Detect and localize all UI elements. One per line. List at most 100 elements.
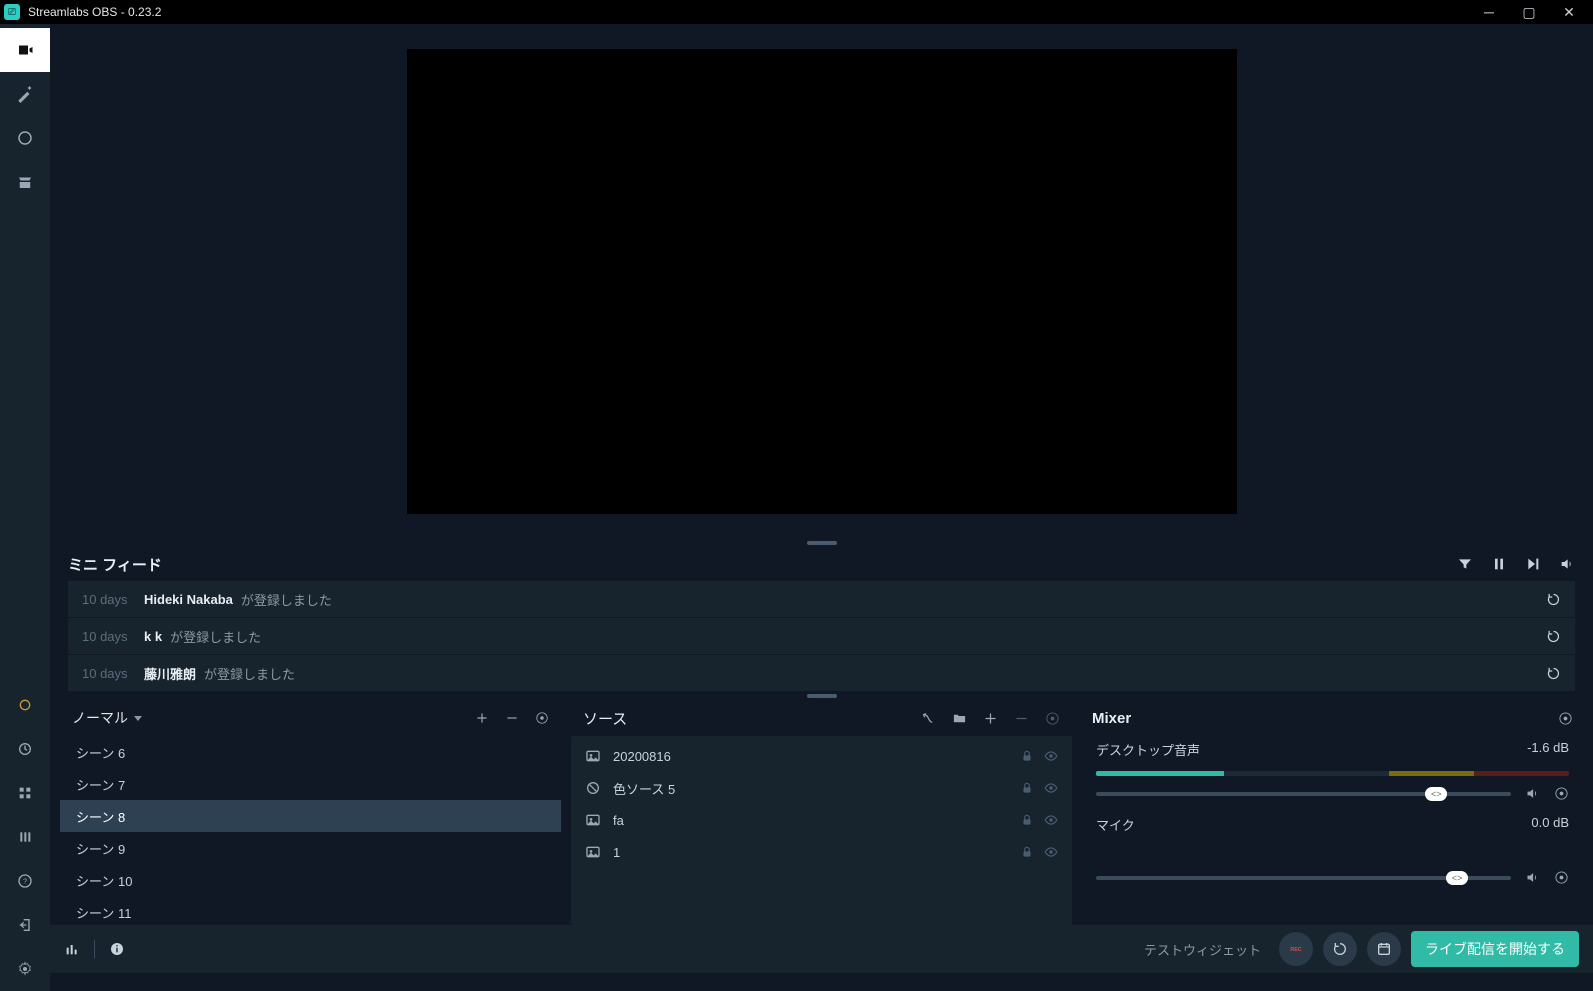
- feed-age: 10 days: [82, 666, 144, 681]
- feed-replay-button[interactable]: [1546, 666, 1561, 681]
- scene-settings-button[interactable]: [535, 711, 549, 725]
- scene-row[interactable]: シーン 6: [60, 736, 561, 768]
- mixer-channel-db: 0.0 dB: [1531, 815, 1569, 834]
- nav-store[interactable]: [0, 160, 50, 204]
- nav-columns[interactable]: [0, 815, 50, 859]
- feed-item: 10 daysHideki Nakabaが登録しました: [68, 581, 1575, 617]
- visibility-icon[interactable]: [1044, 813, 1058, 827]
- nav-history[interactable]: [0, 727, 50, 771]
- replay-buffer-button[interactable]: [1323, 932, 1357, 966]
- image-icon: [585, 812, 601, 828]
- separator: [94, 940, 95, 958]
- help-icon: ?: [17, 873, 33, 889]
- mixer-settings-button[interactable]: [1558, 711, 1573, 726]
- scene-row[interactable]: シーン 11: [60, 896, 561, 925]
- mute-button[interactable]: [1525, 786, 1540, 801]
- nav-editor[interactable]: [0, 28, 50, 72]
- store-icon: [16, 173, 34, 191]
- scene-row[interactable]: シーン 9: [60, 832, 561, 864]
- source-label: 20200816: [613, 749, 671, 764]
- info-button[interactable]: [109, 941, 125, 957]
- source-transitions-button[interactable]: [921, 711, 936, 726]
- feed-item: 10 daysk kが登録しました: [68, 618, 1575, 654]
- drag-handle-feed[interactable]: [50, 539, 1593, 547]
- feed-msg: が登録しました: [204, 664, 295, 683]
- nav-grid[interactable]: [0, 771, 50, 815]
- nav-help[interactable]: ?: [0, 859, 50, 903]
- volume-slider[interactable]: <>: [1096, 792, 1511, 796]
- stats-button[interactable]: [64, 941, 80, 957]
- sources-panel: ソース 20200816色ソース 5fa1: [571, 700, 1072, 925]
- drag-handle-panels[interactable]: [50, 692, 1593, 700]
- visibility-icon[interactable]: [1044, 845, 1058, 859]
- source-row[interactable]: 色ソース 5: [571, 772, 1072, 804]
- scene-row[interactable]: シーン 8: [60, 800, 561, 832]
- feed-item: 10 days藤川雅朗が登録しました: [68, 655, 1575, 691]
- nav-themes[interactable]: [0, 72, 50, 116]
- source-label: 1: [613, 845, 620, 860]
- lock-icon[interactable]: [1020, 749, 1034, 763]
- source-row[interactable]: 1: [571, 836, 1072, 868]
- channel-settings-button[interactable]: [1554, 786, 1569, 801]
- nav-logout[interactable]: [0, 903, 50, 947]
- lock-icon[interactable]: [1020, 813, 1034, 827]
- columns-icon: [17, 829, 33, 845]
- source-row[interactable]: 20200816: [571, 740, 1072, 772]
- mixer-channel-name: マイク: [1096, 815, 1135, 834]
- minimize-button[interactable]: ─: [1469, 4, 1509, 20]
- channel-settings-button[interactable]: [1554, 870, 1569, 885]
- record-button[interactable]: REC: [1279, 932, 1313, 966]
- volume-icon[interactable]: [1559, 556, 1575, 572]
- replay-icon: [1332, 941, 1348, 957]
- clock-icon: [17, 741, 33, 757]
- nav-settings[interactable]: [0, 947, 50, 991]
- mute-button[interactable]: [1525, 870, 1540, 885]
- source-label: fa: [613, 813, 624, 828]
- nav-chat[interactable]: [0, 116, 50, 160]
- slider-thumb[interactable]: <>: [1425, 787, 1447, 801]
- slider-thumb[interactable]: <>: [1446, 871, 1468, 885]
- test-widget-button[interactable]: テストウィジェット: [1144, 940, 1261, 959]
- color-icon: [585, 780, 601, 796]
- add-source-button[interactable]: [983, 711, 998, 726]
- svg-text:?: ?: [23, 877, 27, 886]
- source-settings-button: [1045, 711, 1060, 726]
- mixer-title: Mixer: [1092, 710, 1558, 727]
- scene-collection-selector[interactable]: ノーマル: [72, 708, 142, 728]
- remove-source-button: [1014, 711, 1029, 726]
- skip-icon[interactable]: [1525, 556, 1541, 572]
- feed-replay-button[interactable]: [1546, 592, 1561, 607]
- scene-row[interactable]: シーン 10: [60, 864, 561, 896]
- mixer-channel-db: -1.6 dB: [1527, 740, 1569, 759]
- scene-row[interactable]: シーン 7: [60, 768, 561, 800]
- feed-replay-button[interactable]: [1546, 629, 1561, 644]
- lock-icon[interactable]: [1020, 781, 1034, 795]
- left-nav: ?: [0, 24, 50, 991]
- preview-area[interactable]: [50, 24, 1593, 539]
- feed-age: 10 days: [82, 592, 144, 607]
- mixer-channel-name: デスクトップ音声: [1096, 740, 1200, 759]
- calendar-icon: [1376, 941, 1392, 957]
- schedule-button[interactable]: [1367, 932, 1401, 966]
- chat-icon: [16, 129, 34, 147]
- preview-canvas[interactable]: [407, 49, 1237, 514]
- logout-icon: [17, 917, 33, 933]
- source-row[interactable]: fa: [571, 804, 1072, 836]
- add-scene-button[interactable]: [475, 711, 489, 725]
- image-icon: [585, 844, 601, 860]
- remove-scene-button[interactable]: [505, 711, 519, 725]
- feed-user: Hideki Nakaba: [144, 592, 233, 607]
- filter-icon[interactable]: [1457, 556, 1473, 572]
- pause-icon[interactable]: [1491, 556, 1507, 572]
- go-live-button[interactable]: ライブ配信を開始する: [1411, 931, 1579, 967]
- close-button[interactable]: ✕: [1549, 4, 1589, 21]
- visibility-icon[interactable]: [1044, 781, 1058, 795]
- lock-icon[interactable]: [1020, 845, 1034, 859]
- app-icon: ⎚: [4, 4, 20, 20]
- visibility-icon[interactable]: [1044, 749, 1058, 763]
- maximize-button[interactable]: ▢: [1509, 4, 1549, 21]
- mixer-panel: Mixer デスクトップ音声 -1.6 dB <> マイク 0.0 dB <>: [1082, 700, 1583, 925]
- add-folder-button[interactable]: [952, 711, 967, 726]
- volume-slider[interactable]: <>: [1096, 876, 1511, 880]
- nav-help-token[interactable]: [0, 683, 50, 727]
